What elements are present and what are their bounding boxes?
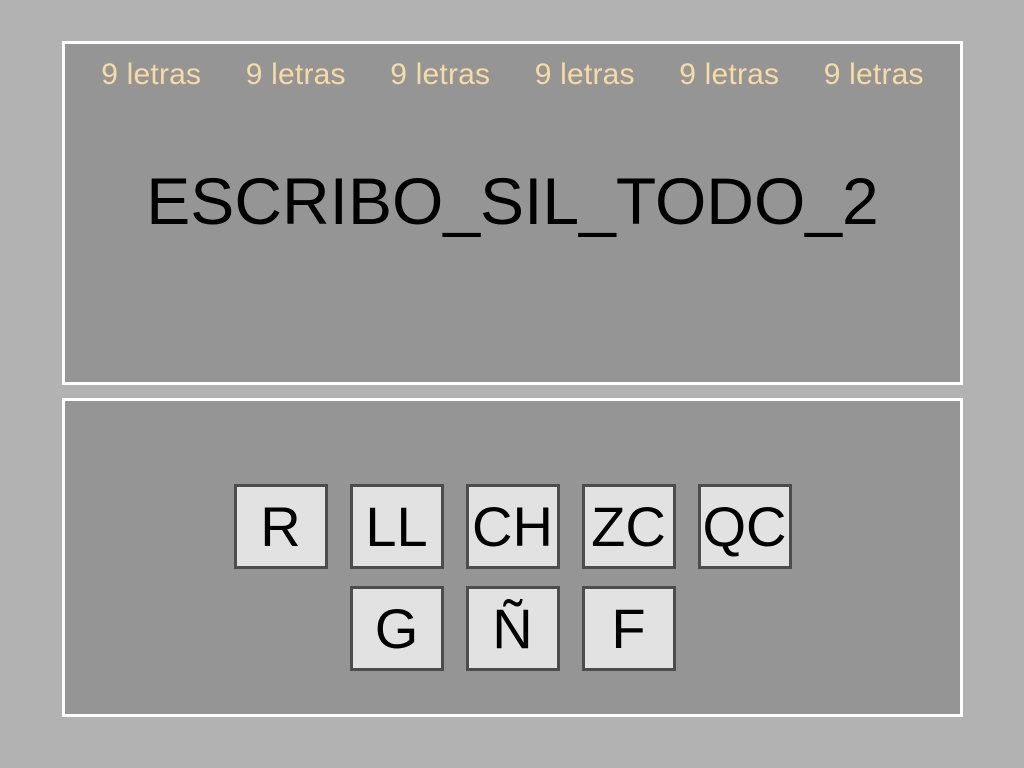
slide: 9 letras 9 letras 9 letras 9 letras 9 le… [0,0,1024,768]
letter-tiles-container: R LL CH ZC QC G Ñ F [65,401,960,714]
letter-tile-row-2: G Ñ F [339,586,687,671]
letter-tile-g[interactable]: G [349,586,444,671]
letter-tile-enye[interactable]: Ñ [465,586,560,671]
letter-tile-row-1: R LL CH ZC QC [223,484,803,569]
letters-panel: R LL CH ZC QC G Ñ F [62,398,963,717]
letter-tile-qc[interactable]: QC [697,484,792,569]
letter-tile-zc[interactable]: ZC [581,484,676,569]
page-title: ESCRIBO_SIL_TODO_2 [146,164,879,238]
letter-tile-r[interactable]: R [233,484,328,569]
letter-tile-f[interactable]: F [581,586,676,671]
letter-tile-ll[interactable]: LL [349,484,444,569]
title-panel: 9 letras 9 letras 9 letras 9 letras 9 le… [62,41,963,385]
letter-tile-ch[interactable]: CH [465,484,560,569]
